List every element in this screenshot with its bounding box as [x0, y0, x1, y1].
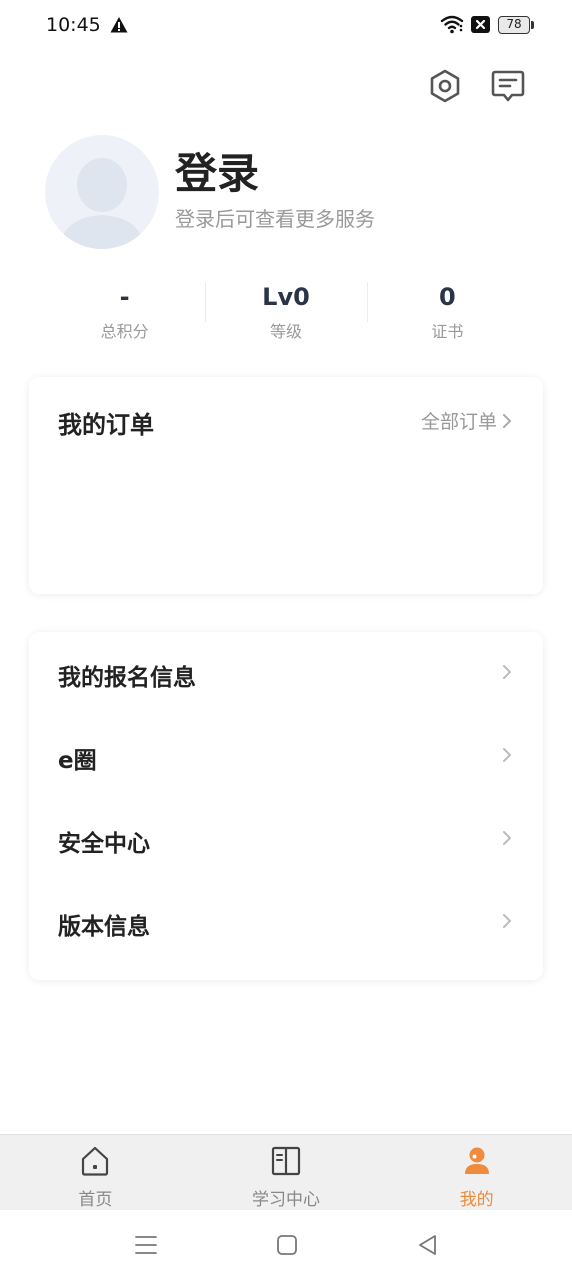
- system-nav-bar: [0, 1210, 572, 1280]
- default-avatar-icon: [59, 158, 145, 249]
- status-time: 10:45: [46, 14, 101, 36]
- all-orders-link[interactable]: 全部订单: [421, 407, 513, 434]
- menu-item-label: 版本信息: [58, 914, 150, 940]
- nav-item-home[interactable]: 首页: [0, 1135, 191, 1210]
- orders-title: 我的订单: [58, 411, 154, 439]
- nav-label: 首页: [78, 1190, 113, 1210]
- stat-points[interactable]: - 总积分: [44, 280, 205, 341]
- message-icon[interactable]: [490, 68, 526, 104]
- settings-icon[interactable]: [427, 68, 463, 104]
- battery-level: 78: [498, 16, 530, 34]
- stat-level[interactable]: Lv0 等级: [205, 280, 366, 341]
- battery-indicator: 78: [498, 16, 534, 34]
- login-subtitle: 登录后可查看更多服务: [175, 207, 375, 231]
- all-orders-label: 全部订单: [420, 411, 497, 433]
- nav-item-learning-center[interactable]: 学习中心: [191, 1135, 382, 1210]
- menu-item-label: 安全中心: [58, 831, 150, 857]
- status-bar: 10:45 78: [0, 0, 572, 52]
- book-icon: [271, 1146, 301, 1176]
- menu-icon[interactable]: [133, 1232, 159, 1258]
- nav-item-mine[interactable]: 我的: [381, 1135, 572, 1210]
- menu-item-version-info[interactable]: 版本信息: [29, 881, 543, 964]
- stats-row: - 总积分 Lv0 等级 0 证书: [44, 280, 528, 341]
- menu-item-registration-info[interactable]: 我的报名信息: [29, 632, 543, 715]
- login-title[interactable]: 登录: [175, 140, 259, 201]
- warning-icon: [110, 17, 128, 33]
- chevron-right-icon: [503, 665, 511, 679]
- chevron-right-icon: [503, 748, 511, 762]
- menu-item-e-circle[interactable]: e圈: [29, 715, 543, 798]
- nav-label: 学习中心: [252, 1190, 320, 1210]
- menu-item-label: 我的报名信息: [58, 665, 196, 691]
- profile-page: 10:45 78 登录 登录后可查看更多服务 - 总积分 Lv0 等级 0 证书…: [0, 0, 572, 1280]
- stat-value: Lv0: [262, 283, 310, 311]
- no-sim-icon: [471, 16, 490, 33]
- stat-value: -: [119, 283, 130, 311]
- bottom-nav: 首页 学习中心 我的: [0, 1134, 572, 1210]
- avatar[interactable]: [45, 135, 159, 249]
- stat-certificates[interactable]: 0 证书: [366, 280, 528, 341]
- nav-label: 我的: [459, 1190, 494, 1210]
- chevron-right-icon: [503, 914, 511, 928]
- stat-label: 等级: [269, 322, 302, 341]
- chevron-right-icon: [503, 413, 511, 428]
- chevron-right-icon: [503, 831, 511, 845]
- home-icon: [82, 1146, 109, 1176]
- stat-label: 证书: [431, 322, 464, 341]
- menu-item-security-center[interactable]: 安全中心: [29, 798, 543, 881]
- menu-item-label: e圈: [58, 748, 97, 774]
- wifi-icon: [440, 15, 464, 34]
- stat-label: 总积分: [100, 322, 149, 341]
- orders-card: 我的订单 全部订单: [29, 377, 543, 594]
- stat-value: 0: [438, 283, 456, 311]
- back-icon[interactable]: [415, 1232, 441, 1258]
- home-square-icon[interactable]: [274, 1232, 300, 1258]
- menu-card: 我的报名信息 e圈 安全中心 版本信息: [29, 632, 543, 980]
- user-icon: [464, 1147, 489, 1174]
